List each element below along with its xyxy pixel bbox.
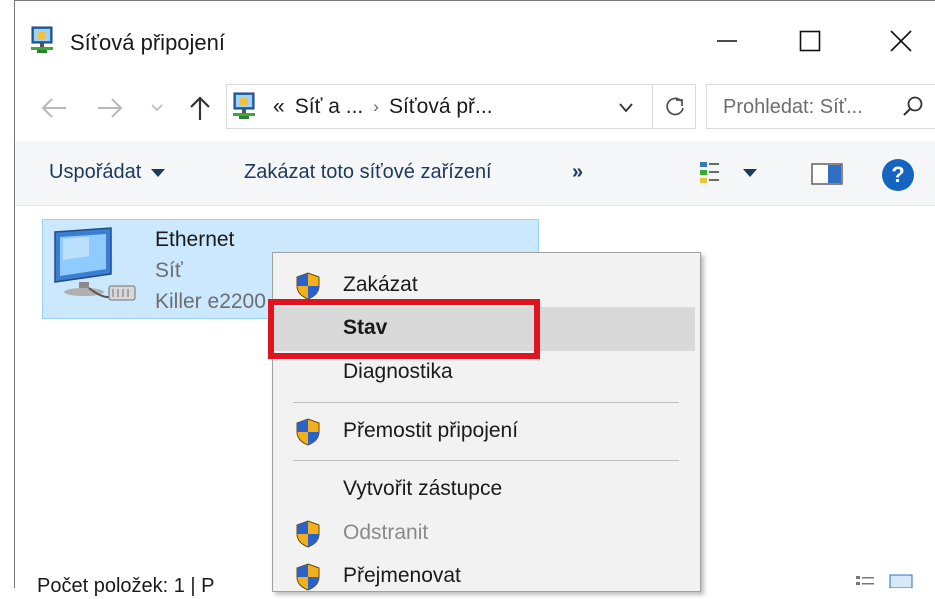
view-details-icon — [700, 162, 719, 183]
menu-separator — [293, 402, 679, 403]
help-icon: ? — [891, 162, 905, 187]
uac-shield-icon — [296, 520, 320, 548]
up-button[interactable] — [185, 93, 215, 123]
status-bar-views — [855, 574, 913, 588]
breadcrumb-separator[interactable]: › — [373, 97, 379, 117]
menu-item-bridge[interactable]: Přemostit připojení — [273, 410, 695, 454]
connection-status: Síť — [155, 259, 183, 282]
refresh-button[interactable] — [652, 85, 697, 128]
network-connections-icon — [233, 92, 255, 119]
breadcrumb: « Síť a ... › Síťová př... — [273, 95, 493, 119]
arrow-left-icon — [41, 98, 66, 118]
connection-name: Ethernet — [155, 228, 235, 251]
connection-adapter: Killer e2200 — [155, 290, 266, 313]
menu-item-label: Odstranit — [343, 521, 429, 544]
uac-shield-icon — [296, 563, 320, 591]
status-bar-text: Počet položek: 1 | P — [37, 575, 215, 597]
uac-shield-icon — [296, 272, 320, 300]
annotation-highlight-box — [268, 299, 540, 359]
refresh-icon — [666, 97, 684, 115]
menu-item-create-shortcut[interactable]: Vytvořit zástupce — [273, 468, 695, 512]
ethernet-adapter-icon — [54, 227, 136, 301]
more-commands-button[interactable]: » — [572, 161, 583, 184]
menu-item-label: Přemostit připojení — [343, 419, 519, 442]
organize-label: Uspořádat — [49, 161, 142, 183]
back-button[interactable] — [39, 93, 69, 123]
details-view-icon[interactable] — [855, 574, 875, 588]
arrow-up-icon — [190, 96, 210, 120]
arrow-right-icon — [98, 98, 123, 118]
help-button[interactable]: ? — [882, 159, 914, 191]
forward-button[interactable] — [95, 93, 125, 123]
menu-item-label: Diagnostika — [343, 360, 453, 383]
title-bar: Síťová připojení — [15, 1, 935, 79]
disable-device-label: Zakázat toto síťové zařízení — [244, 161, 492, 183]
recent-locations-button[interactable] — [147, 93, 167, 123]
preview-pane-icon[interactable] — [811, 163, 843, 185]
menu-item-label: Přejmenovat — [343, 564, 461, 587]
chevron-down-icon — [619, 103, 633, 113]
more-commands-label: » — [572, 161, 584, 183]
breadcrumb-item-connections[interactable]: Síťová př... — [389, 95, 493, 119]
network-connections-icon — [31, 26, 53, 53]
minimize-icon — [717, 40, 737, 42]
search-box[interactable]: Prohledat: Síť... — [706, 84, 935, 129]
window-title: Síťová připojení — [70, 30, 226, 55]
command-bar: Uspořádat Zakázat toto síťové zařízení »… — [15, 141, 935, 206]
menu-separator — [293, 460, 679, 461]
caret-down-icon — [151, 168, 166, 177]
close-button[interactable] — [872, 19, 930, 63]
search-icon — [903, 96, 923, 116]
search-input[interactable]: Prohledat: Síť... — [723, 96, 863, 119]
menu-item-rename[interactable]: Přejmenovat — [273, 555, 695, 599]
menu-item-label: Vytvořit zástupce — [343, 477, 503, 500]
chevron-down-icon — [151, 104, 163, 112]
breadcrumb-item-network[interactable]: Síť a ... — [295, 95, 364, 119]
maximize-button[interactable] — [781, 19, 839, 63]
organize-button[interactable]: Uspořádat — [49, 161, 166, 184]
navigation-row: « Síť a ... › Síťová př... Prohledat: Sí… — [15, 81, 935, 135]
uac-shield-icon — [296, 418, 320, 446]
address-dropdown-button[interactable] — [613, 95, 639, 121]
caret-down-icon — [743, 169, 757, 177]
disable-device-button[interactable]: Zakázat toto síťové zařízení — [244, 161, 492, 184]
minimize-button[interactable] — [698, 19, 756, 63]
change-view-button[interactable] — [699, 161, 757, 185]
close-icon — [890, 30, 912, 52]
address-bar[interactable]: « Síť a ... › Síťová př... — [226, 84, 696, 129]
menu-item-label: Zakázat — [343, 273, 418, 296]
breadcrumb-overflow[interactable]: « — [273, 95, 285, 119]
menu-item-delete[interactable]: Odstranit — [273, 512, 695, 556]
maximize-icon — [799, 30, 821, 52]
large-icons-view-icon[interactable] — [889, 574, 913, 588]
